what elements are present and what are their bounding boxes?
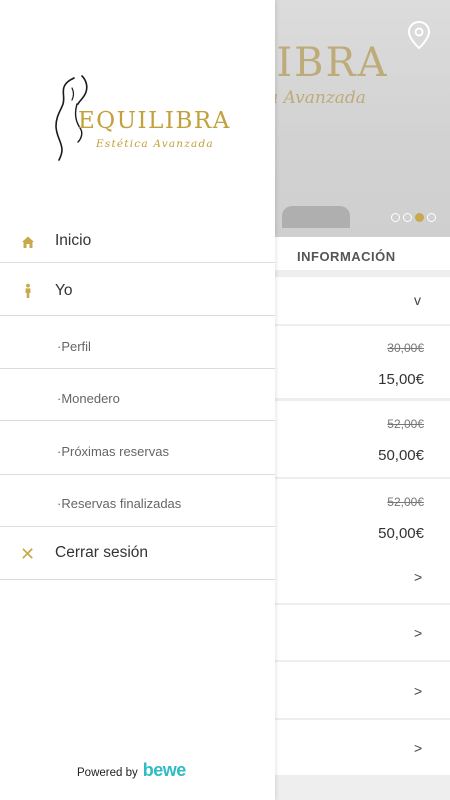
chevron-right-icon: > [414, 625, 423, 641]
carousel-dot[interactable] [391, 213, 400, 222]
chevron-right-icon: > [414, 740, 423, 756]
menu-item-yo[interactable]: Yo [0, 263, 275, 316]
bewe-logo: bewe [142, 760, 187, 780]
menu-item-label: Yo [55, 282, 73, 299]
old-price: 52,00€ [387, 495, 424, 509]
person-icon [25, 283, 31, 298]
navigation-drawer: EQUILIBRA Estética Avanzada Inicio Yo ·P… [0, 0, 275, 800]
menu-item-label: ·Reservas finalizadas [57, 496, 182, 511]
menu-item-reservas-finalizadas[interactable]: ·Reservas finalizadas [0, 475, 275, 527]
powered-by[interactable]: Powered by bewe [77, 760, 186, 781]
menu-item-label: ·Monedero [57, 391, 120, 406]
menu-item-label: ·Perfil [57, 339, 91, 354]
menu-item-label: Inicio [55, 232, 92, 249]
chevron-down-icon: v [414, 292, 421, 308]
info-title[interactable]: INFORMACIÓN [297, 249, 396, 264]
hero-chair [282, 206, 350, 228]
chevron-right-icon: > [414, 683, 423, 699]
carousel-dots [391, 213, 436, 222]
price: 15,00€ [378, 371, 424, 388]
brand-name: EQUILIBRA [78, 108, 231, 134]
home-icon [22, 236, 34, 248]
location-pin-icon[interactable] [406, 20, 432, 50]
drawer-menu: Inicio Yo ·Perfil ·Monedero ·Próximas re… [0, 215, 275, 580]
carousel-dot[interactable] [403, 213, 412, 222]
menu-item-label: ·Próximas reservas [57, 444, 169, 459]
old-price: 52,00€ [387, 417, 424, 431]
menu-item-monedero[interactable]: ·Monedero [0, 369, 275, 421]
old-price: 30,00€ [387, 341, 424, 355]
menu-item-proximas-reservas[interactable]: ·Próximas reservas [0, 421, 275, 475]
menu-item-cerrar-sesion[interactable]: ✕ Cerrar sesión [0, 527, 275, 580]
hero-sign-sub: a Avanzada [268, 88, 366, 108]
menu-item-perfil[interactable]: ·Perfil [0, 316, 275, 369]
chevron-right-icon: > [414, 569, 423, 585]
powered-by-text: Powered by [77, 767, 138, 779]
price: 50,00€ [378, 525, 424, 542]
menu-item-label: Cerrar sesión [55, 544, 149, 561]
brand-tagline: Estética Avanzada [96, 138, 214, 150]
carousel-dot[interactable] [427, 213, 436, 222]
brand-logo: EQUILIBRA Estética Avanzada [52, 74, 232, 166]
menu-item-inicio[interactable]: Inicio [0, 215, 275, 263]
close-icon: ✕ [20, 544, 36, 564]
price: 50,00€ [378, 447, 424, 464]
carousel-dot-active[interactable] [415, 213, 424, 222]
